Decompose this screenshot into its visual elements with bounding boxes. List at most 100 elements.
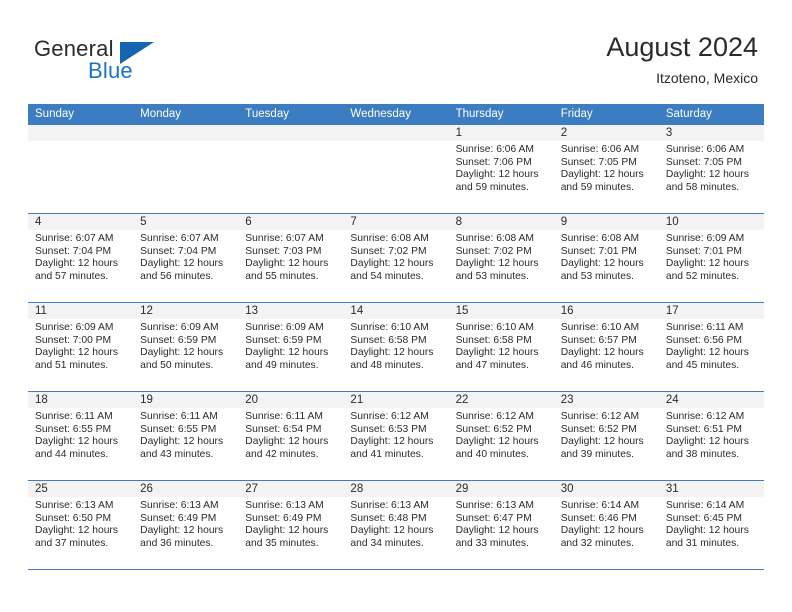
page-title: August 2024 [606, 32, 758, 62]
calendar-day-cell[interactable]: 6 Sunrise: 6:07 AM Sunset: 7:03 PM Daylight… [238, 214, 344, 302]
calendar-day-cell[interactable]: 15 Sunrise: 6:10 AM Sunset: 6:58 PM Dayligh… [448, 303, 554, 391]
weekday-header-thursday: Thursday [455, 108, 504, 120]
daylight-text-line2: and 42 minutes. [245, 448, 319, 460]
daylight-text-line1: Daylight: 12 hours [665, 169, 749, 181]
calendar-day-cell[interactable]: 29 Sunrise: 6:13 AM Sunset: 6:47 PM Dayligh… [448, 481, 554, 569]
sunset-text: Sunset: 6:49 PM [245, 512, 322, 524]
day-details: Sunrise: 6:10 AM Sunset: 6:57 PM Daylight:… [554, 319, 659, 372]
day-number: 28 [343, 481, 449, 497]
daylight-text-line1: Daylight: 12 hours [455, 525, 539, 537]
sunset-text: Sunset: 7:01 PM [560, 245, 637, 257]
day-number: 23 [553, 392, 659, 408]
sunset-text: Sunset: 7:01 PM [665, 245, 742, 257]
calendar-day-cell[interactable]: 24 Sunrise: 6:12 AM Sunset: 6:51 PM Dayligh… [658, 392, 764, 480]
calendar-day-cell[interactable]: 17 Sunrise: 6:11 AM Sunset: 6:56 PM Dayligh… [658, 303, 764, 391]
calendar-day-cell[interactable]: 23 Sunrise: 6:12 AM Sunset: 6:52 PM Dayligh… [553, 392, 659, 480]
sunset-text: Sunset: 7:05 PM [665, 156, 742, 168]
daylight-text-line2: and 40 minutes. [455, 448, 529, 460]
day-details: Sunrise: 6:10 AM Sunset: 6:58 PM Daylight:… [343, 319, 448, 372]
sunset-text: Sunset: 6:55 PM [140, 423, 217, 435]
daylight-text-line1: Daylight: 12 hours [35, 436, 118, 448]
daylight-text-line1: Daylight: 12 hours [560, 347, 644, 359]
daylight-text-line2: and 45 minutes. [665, 359, 740, 371]
day-details: Sunrise: 6:13 AM Sunset: 6:49 PM Daylight:… [238, 497, 343, 550]
calendar-day-cell[interactable]: 18 Sunrise: 6:11 AM Sunset: 6:55 PM Dayligh… [28, 392, 134, 480]
calendar-day-cell[interactable]: 1 Sunrise: 6:06 AM Sunset: 7:06 PM Daylight… [448, 125, 554, 213]
sunset-text: Sunset: 6:51 PM [665, 423, 742, 435]
day-details: Sunrise: 6:09 AM Sunset: 6:59 PM Daylight:… [238, 319, 343, 372]
day-number: 2 [553, 125, 659, 141]
day-number: 31 [658, 481, 764, 497]
calendar-day-cell[interactable]: 26 Sunrise: 6:13 AM Sunset: 6:49 PM Dayligh… [133, 481, 239, 569]
sunrise-text: Sunrise: 6:12 AM [350, 411, 429, 422]
daylight-text-line2: and 52 minutes. [665, 270, 740, 282]
calendar-day-cell[interactable]: 3 Sunrise: 6:06 AM Sunset: 7:05 PM Daylight… [658, 125, 764, 213]
calendar-day-cell[interactable]: 10 Sunrise: 6:09 AM Sunset: 7:01 PM Dayligh… [658, 214, 764, 302]
calendar-day-cell-empty [238, 125, 344, 213]
day-number: 9 [553, 214, 659, 230]
daylight-text-line1: Daylight: 12 hours [665, 347, 749, 359]
calendar-day-cell[interactable]: 4 Sunrise: 6:07 AM Sunset: 7:04 PM Daylight… [28, 214, 134, 302]
brand-logo[interactable]: General Blue [34, 36, 214, 90]
day-details: Sunrise: 6:13 AM Sunset: 6:49 PM Daylight:… [133, 497, 238, 550]
calendar-day-cell[interactable]: 2 Sunrise: 6:06 AM Sunset: 7:05 PM Daylight… [553, 125, 659, 213]
day-number: 18 [28, 392, 134, 408]
calendar-week-row: 4 Sunrise: 6:07 AM Sunset: 7:04 PM Daylight… [28, 214, 764, 303]
sunrise-text: Sunrise: 6:08 AM [455, 233, 534, 244]
daylight-text-line2: and 39 minutes. [560, 448, 634, 460]
calendar-day-cell[interactable]: 28 Sunrise: 6:13 AM Sunset: 6:48 PM Dayligh… [343, 481, 449, 569]
day-details: Sunrise: 6:12 AM Sunset: 6:51 PM Daylight:… [659, 408, 764, 461]
calendar-day-cell[interactable]: 30 Sunrise: 6:14 AM Sunset: 6:46 PM Dayligh… [553, 481, 659, 569]
calendar-day-cell[interactable]: 16 Sunrise: 6:10 AM Sunset: 6:57 PM Dayligh… [553, 303, 659, 391]
calendar-day-cell[interactable]: 13 Sunrise: 6:09 AM Sunset: 6:59 PM Dayligh… [238, 303, 344, 391]
daylight-text-line1: Daylight: 12 hours [140, 436, 224, 448]
day-details: Sunrise: 6:14 AM Sunset: 6:46 PM Daylight:… [554, 497, 659, 550]
calendar-day-cell[interactable]: 22 Sunrise: 6:12 AM Sunset: 6:52 PM Dayligh… [448, 392, 554, 480]
sunset-text: Sunset: 6:55 PM [35, 423, 112, 435]
sunset-text: Sunset: 7:03 PM [245, 245, 322, 257]
sunrise-text: Sunrise: 6:14 AM [665, 500, 745, 511]
day-details: Sunrise: 6:06 AM Sunset: 7:05 PM Daylight:… [659, 141, 764, 194]
calendar-day-cell[interactable]: 11 Sunrise: 6:09 AM Sunset: 7:00 PM Dayligh… [28, 303, 134, 391]
daylight-text-line1: Daylight: 12 hours [140, 347, 224, 359]
daylight-text-line2: and 44 minutes. [35, 448, 109, 460]
daylight-text-line2: and 49 minutes. [245, 359, 319, 371]
day-number: 30 [553, 481, 659, 497]
daylight-text-line1: Daylight: 12 hours [140, 258, 224, 270]
day-number: 12 [133, 303, 239, 319]
calendar-day-cell[interactable]: 8 Sunrise: 6:08 AM Sunset: 7:02 PM Daylight… [448, 214, 554, 302]
sunrise-text: Sunrise: 6:11 AM [245, 411, 323, 422]
day-details: Sunrise: 6:10 AM Sunset: 6:58 PM Daylight:… [449, 319, 554, 372]
daylight-text-line1: Daylight: 12 hours [350, 525, 434, 537]
sunrise-text: Sunrise: 6:13 AM [245, 500, 324, 511]
calendar-day-cell[interactable]: 31 Sunrise: 6:14 AM Sunset: 6:45 PM Dayligh… [658, 481, 764, 569]
day-number: 11 [28, 303, 134, 319]
daylight-text-line1: Daylight: 12 hours [35, 347, 118, 359]
calendar-day-cell[interactable]: 25 Sunrise: 6:13 AM Sunset: 6:50 PM Dayligh… [28, 481, 134, 569]
weekday-header-row: Sunday Monday Tuesday Wednesday Thursday Frid… [28, 104, 764, 125]
day-details: Sunrise: 6:09 AM Sunset: 7:01 PM Daylight:… [659, 230, 764, 283]
sunrise-text: Sunrise: 6:06 AM [455, 144, 534, 155]
calendar-day-cell[interactable]: 14 Sunrise: 6:10 AM Sunset: 6:58 PM Dayligh… [343, 303, 449, 391]
daylight-text-line2: and 34 minutes. [350, 537, 424, 549]
sunset-text: Sunset: 6:46 PM [560, 512, 637, 524]
sunset-text: Sunset: 7:05 PM [560, 156, 637, 168]
calendar-day-cell[interactable]: 5 Sunrise: 6:07 AM Sunset: 7:04 PM Daylight… [133, 214, 239, 302]
sunset-text: Sunset: 6:59 PM [245, 334, 322, 346]
calendar-day-cell[interactable]: 21 Sunrise: 6:12 AM Sunset: 6:53 PM Dayligh… [343, 392, 449, 480]
day-details: Sunrise: 6:12 AM Sunset: 6:52 PM Daylight:… [554, 408, 659, 461]
calendar-day-cell[interactable]: 9 Sunrise: 6:08 AM Sunset: 7:01 PM Daylight… [553, 214, 659, 302]
day-number: 16 [553, 303, 659, 319]
calendar-week-row: 1 Sunrise: 6:06 AM Sunset: 7:06 PM Daylight… [28, 125, 764, 214]
calendar-day-cell[interactable]: 27 Sunrise: 6:13 AM Sunset: 6:49 PM Dayligh… [238, 481, 344, 569]
day-number: 13 [238, 303, 344, 319]
day-details: Sunrise: 6:06 AM Sunset: 7:05 PM Daylight:… [554, 141, 659, 194]
calendar-day-cell[interactable]: 20 Sunrise: 6:11 AM Sunset: 6:54 PM Dayligh… [238, 392, 344, 480]
calendar-day-cell[interactable]: 19 Sunrise: 6:11 AM Sunset: 6:55 PM Dayligh… [133, 392, 239, 480]
calendar-day-cell[interactable]: 12 Sunrise: 6:09 AM Sunset: 6:59 PM Dayligh… [133, 303, 239, 391]
daylight-text-line2: and 53 minutes. [455, 270, 529, 282]
day-number: 25 [28, 481, 134, 497]
weekday-header-friday: Friday [560, 108, 593, 120]
day-details: Sunrise: 6:12 AM Sunset: 6:53 PM Daylight:… [343, 408, 448, 461]
calendar-day-cell[interactable]: 7 Sunrise: 6:08 AM Sunset: 7:02 PM Daylight… [343, 214, 449, 302]
